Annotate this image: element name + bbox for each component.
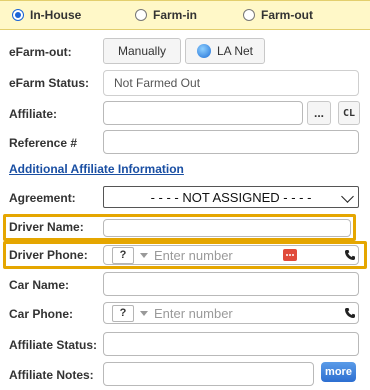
reference-label: Reference #: [9, 136, 78, 150]
driver-phone-label: Driver Phone:: [9, 248, 88, 262]
driver-name-input[interactable]: [103, 219, 351, 237]
driver-phone-input[interactable]: ? Enter number: [103, 245, 359, 265]
efarm-out-label: eFarm-out:: [9, 45, 72, 59]
globe-icon: [196, 44, 211, 58]
efarm-lanet-label: LA Net: [216, 44, 254, 58]
notes-more-button[interactable]: more: [321, 362, 356, 382]
affiliate-lookup-button[interactable]: ...: [307, 101, 331, 125]
efarm-status-label: eFarm Status:: [9, 76, 90, 90]
agreement-selected: - - - - NOT ASSIGNED - - - -: [150, 189, 312, 205]
efarm-lanet-button[interactable]: LA Net: [185, 38, 265, 64]
chevron-down-icon: [341, 190, 354, 203]
radio-farm-out-label: Farm-out: [261, 8, 313, 22]
radio-in-house-label: In-House: [30, 8, 82, 22]
affiliate-label: Affiliate:: [9, 107, 57, 121]
affiliate-input[interactable]: [103, 101, 303, 125]
car-name-label: Car Name:: [9, 278, 70, 292]
radio-farm-in-dot[interactable]: [135, 9, 147, 21]
efarm-status-value: Not Farmed Out: [103, 70, 359, 96]
driver-phone-country-code[interactable]: ?: [112, 246, 134, 264]
affiliate-clear-button[interactable]: CL: [338, 101, 360, 125]
affiliate-notes-label: Affiliate Notes:: [9, 368, 94, 382]
reference-input[interactable]: [103, 130, 359, 154]
radio-farm-out-dot[interactable]: [243, 9, 255, 21]
affiliate-status-input[interactable]: [103, 332, 359, 356]
phone-icon[interactable]: [344, 307, 356, 319]
car-phone-country-code[interactable]: ?: [112, 304, 134, 322]
efarm-manually-button[interactable]: Manually: [103, 38, 181, 64]
car-phone-label: Car Phone:: [9, 307, 74, 321]
affiliate-status-label: Affiliate Status:: [9, 338, 98, 352]
radio-farm-in[interactable]: Farm-in: [135, 7, 197, 23]
car-name-input[interactable]: [103, 272, 359, 296]
caret-down-icon[interactable]: [140, 310, 148, 316]
additional-affiliate-link[interactable]: Additional Affiliate Information: [9, 162, 184, 176]
affiliate-notes-input[interactable]: [103, 362, 314, 386]
car-phone-placeholder: Enter number: [154, 305, 233, 321]
caret-down-icon[interactable]: [140, 252, 148, 258]
driver-phone-placeholder: Enter number: [154, 247, 233, 263]
radio-farm-out[interactable]: Farm-out: [243, 7, 313, 23]
agreement-select[interactable]: - - - - NOT ASSIGNED - - - -: [103, 186, 359, 208]
driver-name-label: Driver Name:: [9, 220, 84, 234]
phone-icon[interactable]: [344, 249, 356, 261]
chat-icon[interactable]: [283, 249, 297, 261]
radio-farm-in-label: Farm-in: [153, 8, 198, 22]
car-phone-input[interactable]: ? Enter number: [103, 302, 359, 324]
radio-in-house-dot[interactable]: [12, 9, 24, 21]
radio-in-house[interactable]: In-House: [12, 7, 81, 23]
agreement-label: Agreement:: [9, 191, 76, 205]
